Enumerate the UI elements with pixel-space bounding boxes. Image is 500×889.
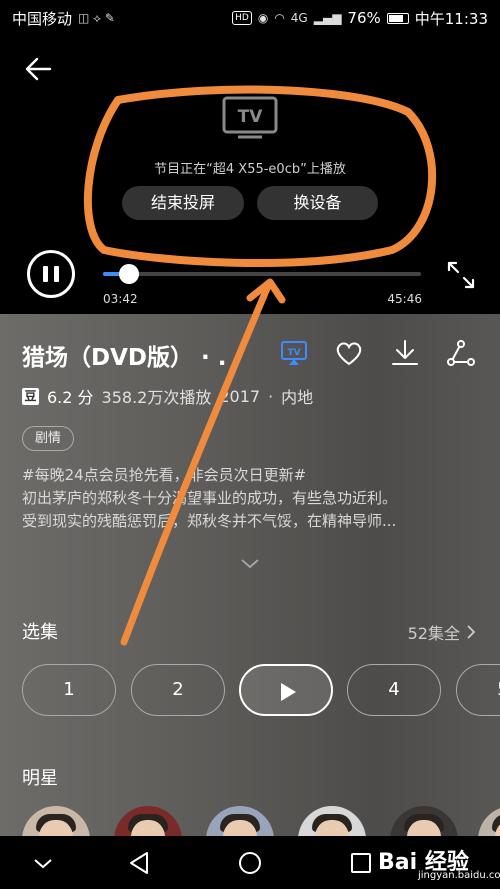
- hd-icon: HD: [232, 11, 252, 25]
- meta-separator: ·: [268, 386, 274, 406]
- pause-button[interactable]: [27, 250, 75, 298]
- battery-icon: [386, 12, 409, 24]
- stop-cast-button[interactable]: 结束投屏: [122, 186, 244, 220]
- cast-heading: 明星: [22, 768, 58, 789]
- episode-button-1[interactable]: 1: [22, 664, 116, 716]
- actor-avatar[interactable]: [298, 806, 366, 836]
- episode-button-4[interactable]: 4: [347, 664, 441, 716]
- episodes-count: 52集全: [407, 624, 460, 643]
- episode-button-5[interactable]: 5: [456, 664, 500, 716]
- download-icon[interactable]: [390, 338, 420, 368]
- svg-text:TV: TV: [238, 107, 264, 127]
- actor-avatar[interactable]: [390, 806, 458, 836]
- baidu-watermark-url: jingyan.baidu.com: [418, 870, 500, 881]
- notification-icons: ◫ ⟡ ✎: [78, 10, 115, 25]
- description-line: #每晚24点会员抢先看，非会员次日更新#: [22, 466, 307, 484]
- show-title: 猎场（DVD版） · .: [22, 345, 227, 371]
- hide-keyboard-icon[interactable]: [28, 848, 58, 878]
- battery-percent: 76%: [347, 9, 381, 27]
- details-panel: 猎场（DVD版） · . TV 豆 6.2 分 358.2万次播放 2017 ·…: [0, 314, 500, 836]
- cast-status-message: 节目正在“超4 X55-e0cb”上播放: [154, 162, 346, 177]
- signal-icon: ▂▄▆: [313, 11, 342, 25]
- description-line: 初出茅庐的郑秋冬十分渴望事业的成功，有些急功近利。: [22, 489, 398, 507]
- progress-handle[interactable]: [118, 264, 139, 284]
- cast-tv-icon[interactable]: TV: [279, 338, 309, 368]
- switch-device-button[interactable]: 换设备: [257, 186, 378, 220]
- episodes-count-link[interactable]: 52集全: [408, 620, 476, 644]
- favorite-heart-icon[interactable]: [334, 338, 364, 368]
- clock: 中午11:33: [414, 9, 488, 28]
- status-bar: 中国移动 ◫ ⟡ ✎ HD ◉ ◠ 4G ▂▄▆ 76% 中午11:33: [0, 0, 500, 36]
- description-line: 受到现实的残酷惩罚后，郑秋冬并不气馁，在精神导师...: [22, 512, 397, 530]
- network-type: 4G: [290, 11, 308, 25]
- chevron-down-icon[interactable]: [240, 558, 260, 570]
- back-triangle-icon[interactable]: [125, 848, 155, 878]
- actor-avatar[interactable]: [478, 806, 500, 836]
- progress-bar[interactable]: [103, 264, 421, 284]
- actor-avatar[interactable]: [114, 806, 182, 836]
- share-icon[interactable]: [446, 338, 476, 368]
- chevron-right-icon: [467, 625, 476, 639]
- eye-icon: ◉: [257, 11, 269, 25]
- wifi-icon: ◠: [274, 11, 285, 25]
- current-time: 03:42: [103, 292, 138, 306]
- release-year: 2017: [219, 386, 261, 406]
- play-count: 358.2万次播放: [101, 388, 212, 407]
- back-arrow-icon[interactable]: [22, 52, 56, 86]
- tv-icon: TV: [222, 96, 278, 139]
- show-meta: 豆 6.2 分 358.2万次播放 2017 · 内地: [22, 384, 313, 408]
- video-player: TV 节目正在“超4 X55-e0cb”上播放 结束投屏 换设备 03:42 4…: [0, 36, 500, 314]
- episodes-heading: 选集: [22, 622, 58, 643]
- actor-avatar[interactable]: [206, 806, 274, 836]
- home-circle-icon[interactable]: [235, 848, 265, 878]
- rating-score: 6.2 分: [47, 388, 94, 407]
- description[interactable]: #每晚24点会员抢先看，非会员次日更新# 初出茅庐的郑秋冬十分渴望事业的成功，有…: [22, 464, 482, 533]
- fullscreen-icon[interactable]: [446, 260, 476, 290]
- svg-text:TV: TV: [287, 348, 300, 358]
- episode-button-playing[interactable]: [239, 664, 333, 716]
- episode-button-2[interactable]: 2: [131, 664, 225, 716]
- actor-avatar[interactable]: [22, 806, 90, 836]
- douban-icon: 豆: [22, 387, 39, 405]
- genre-tag[interactable]: 剧情: [22, 426, 75, 451]
- region: 内地: [281, 388, 314, 407]
- total-time: 45:46: [387, 292, 422, 306]
- recents-square-icon[interactable]: [346, 848, 376, 878]
- carrier-name: 中国移动: [12, 9, 73, 28]
